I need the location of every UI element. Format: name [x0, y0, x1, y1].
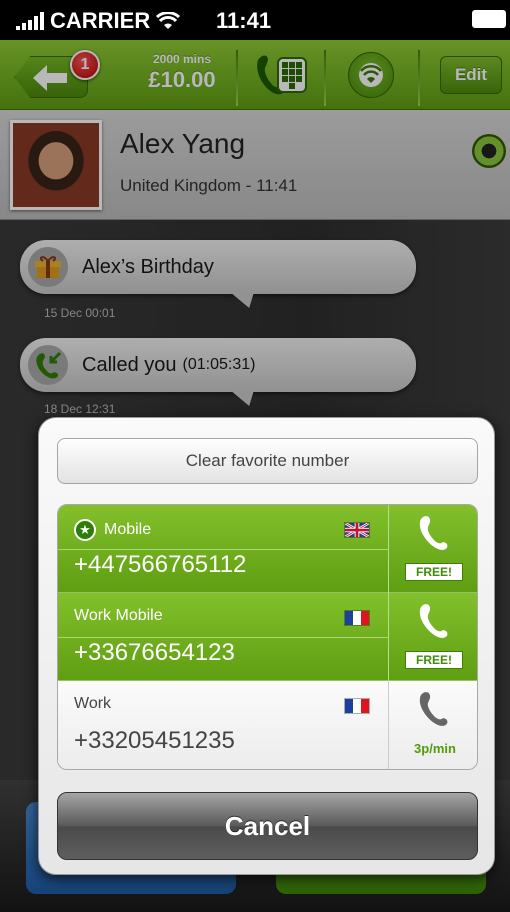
phone-number: +33205451235 [74, 727, 235, 754]
uk-flag-icon [344, 522, 370, 538]
clear-favorite-button[interactable]: Clear favorite number [57, 438, 478, 484]
fr-flag-icon [344, 610, 370, 626]
battery-icon [472, 10, 506, 28]
phone-icon [419, 516, 448, 550]
number-picker-popup: Clear favorite number ★ Mobile +44756676… [38, 417, 495, 875]
status-bar: CARRIER 11:41 [0, 0, 510, 40]
phone-screen: CARRIER 11:41 1 2000 mins £10.00 Edit Al… [0, 0, 510, 912]
carrier-name: CARRIER [50, 8, 151, 33]
status-time: 11:41 [216, 8, 272, 33]
number-label: Work Mobile [74, 607, 163, 624]
phone-icon [419, 692, 448, 726]
phone-number-row[interactable]: ★ Mobile +447566765112 FREE! [58, 505, 477, 593]
row-divider [58, 637, 388, 638]
call-number-button[interactable]: FREE! [388, 505, 477, 593]
call-number-button[interactable]: FREE! [388, 593, 477, 681]
phone-number: +33676654123 [74, 639, 235, 666]
phone-number-row[interactable]: Work Mobile +33676654123 FREE! [58, 593, 477, 681]
number-label: Mobile [104, 521, 152, 538]
signal-icon [16, 12, 44, 30]
cancel-button[interactable]: Cancel [57, 792, 478, 860]
number-label-group: Work [74, 695, 111, 713]
price-tag: FREE! [405, 651, 463, 669]
call-rate: 3p/min [414, 741, 456, 756]
number-label-group: Work Mobile [74, 607, 163, 625]
carrier-group: CARRIER [16, 8, 181, 34]
call-number-button[interactable]: 3p/min [388, 681, 477, 769]
row-divider [58, 549, 388, 550]
phone-number: +447566765112 [74, 551, 247, 578]
wifi-icon [156, 12, 181, 29]
phone-icon [419, 604, 448, 638]
favorite-star-icon: ★ [74, 519, 96, 541]
number-label: Work [74, 695, 112, 712]
phone-number-row[interactable]: Work +33205451235 3p/min [58, 681, 477, 769]
price-tag: FREE! [405, 563, 463, 581]
number-label-group: ★ Mobile [74, 519, 151, 541]
fr-flag-icon [344, 698, 370, 714]
phone-number-list: ★ Mobile +447566765112 FREE! Work Mobile… [57, 504, 478, 770]
